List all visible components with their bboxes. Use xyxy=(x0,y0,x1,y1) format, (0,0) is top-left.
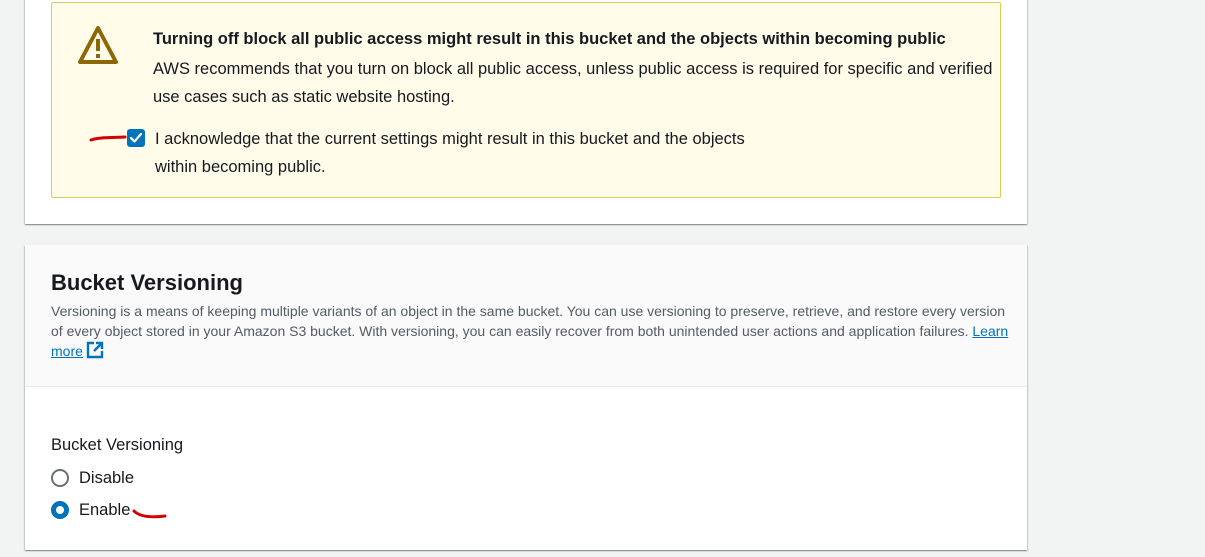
warning-triangle-icon xyxy=(78,25,118,65)
block-public-access-panel: Turning off block all public access migh… xyxy=(25,0,1027,224)
annotation-mark-enable xyxy=(132,509,167,519)
warning-body: AWS recommends that you turn on block al… xyxy=(153,60,993,106)
bucket-versioning-panel: Bucket Versioning Versioning is a means … xyxy=(25,245,1027,550)
warning-title: Turning off block all public access migh… xyxy=(153,30,946,48)
public-access-warning-alert: Turning off block all public access migh… xyxy=(51,2,1001,198)
bucket-versioning-field-label: Bucket Versioning xyxy=(51,436,184,454)
acknowledge-checkbox[interactable] xyxy=(127,129,145,147)
bucket-versioning-title: Bucket Versioning xyxy=(51,270,243,295)
bucket-versioning-header: Bucket Versioning Versioning is a means … xyxy=(25,245,1027,387)
acknowledge-label: I acknowledge that the current settings … xyxy=(155,130,745,176)
disable-radio[interactable] xyxy=(51,469,69,487)
bucket-versioning-description: Versioning is a means of keeping multipl… xyxy=(51,301,1011,364)
enable-radio-label[interactable]: Enable xyxy=(79,498,130,522)
disable-radio-label[interactable]: Disable xyxy=(79,466,134,490)
enable-radio[interactable] xyxy=(51,501,69,519)
bucket-versioning-description-text: Versioning is a means of keeping multipl… xyxy=(51,303,1006,339)
external-link-icon[interactable] xyxy=(86,341,104,364)
